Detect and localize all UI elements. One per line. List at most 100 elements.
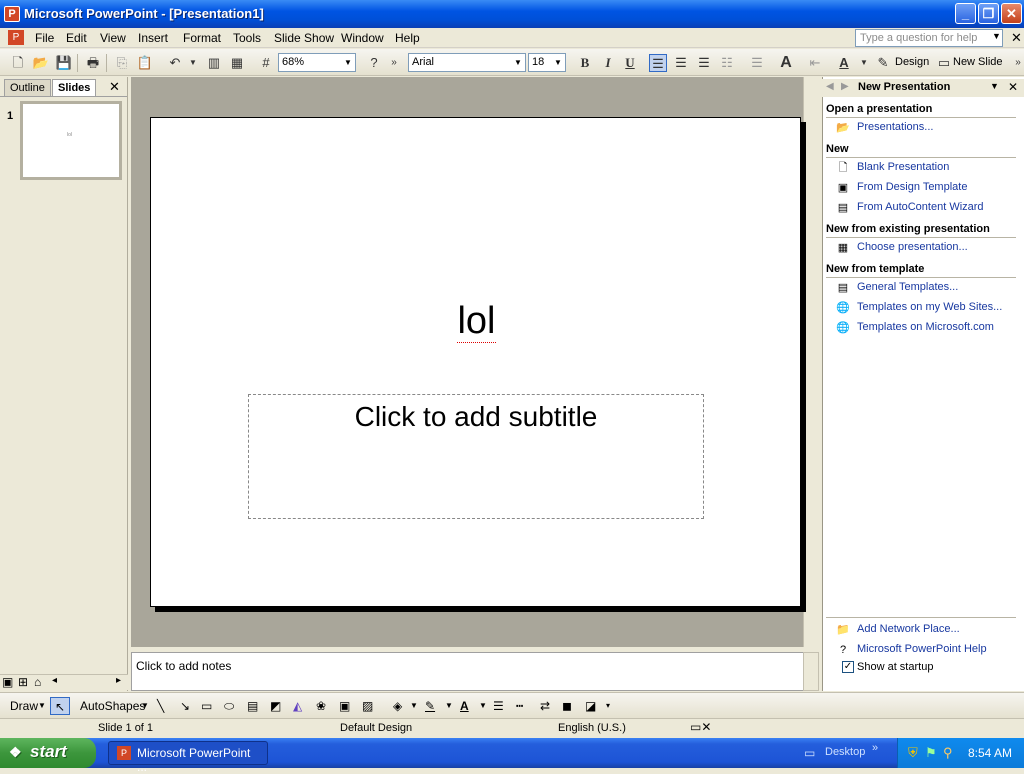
scroll-right-icon[interactable]: ▸ <box>116 675 121 686</box>
line-color-icon[interactable]: ✎ <box>425 697 435 715</box>
close-task-pane-icon[interactable]: ✕ <box>1008 80 1018 94</box>
font-color-dropdown-icon[interactable]: ▼ <box>855 54 873 72</box>
subtitle-placeholder[interactable]: Click to add subtitle <box>248 394 704 519</box>
menu-slide-show[interactable]: Slide Show <box>274 31 334 45</box>
clip-art-icon[interactable]: ❀ <box>316 697 326 715</box>
fill-color-icon[interactable]: ◈ <box>393 697 402 715</box>
autocontent-wizard-link[interactable]: From AutoContent Wizard <box>857 201 984 213</box>
text-box-icon[interactable]: ▤ <box>247 697 258 715</box>
general-templates-link[interactable]: General Templates... <box>857 281 958 293</box>
notes-pane[interactable]: Click to add notes <box>131 652 819 691</box>
font-size-select[interactable]: 18 ▼ <box>528 53 566 72</box>
font-color-icon[interactable]: A <box>460 697 469 715</box>
wordart-icon[interactable]: ◩ <box>270 697 281 715</box>
grid-icon[interactable]: # <box>257 54 275 72</box>
chevron-down-icon[interactable]: ▼ <box>990 81 999 91</box>
design-template-link[interactable]: From Design Template <box>857 181 967 193</box>
slide-sorter-icon[interactable]: ⊞ <box>18 675 28 689</box>
save-icon[interactable]: 💾 <box>55 54 73 72</box>
chevron-down-icon[interactable]: ▾ <box>606 697 610 715</box>
menu-view[interactable]: View <box>100 31 126 45</box>
restore-button[interactable]: ❐ <box>978 3 999 24</box>
diagram-icon[interactable]: ◭ <box>293 697 302 715</box>
3d-icon[interactable]: ◪ <box>585 697 596 715</box>
line-style-icon[interactable]: ☰ <box>493 697 504 715</box>
design-icon[interactable]: ✎ <box>874 54 892 72</box>
increase-font-icon[interactable]: A <box>777 54 795 72</box>
chevron-down-icon[interactable]: ▼ <box>445 697 453 715</box>
rectangle-icon[interactable]: ▭ <box>201 697 212 715</box>
slide-thumbnail[interactable]: lol <box>20 101 122 180</box>
presentations-link[interactable]: Presentations... <box>857 121 933 133</box>
new-slide-icon[interactable]: ▭ <box>935 54 953 72</box>
desktop-toolbar-icon[interactable]: ▭ <box>804 746 815 760</box>
line-icon[interactable]: ╲ <box>157 697 164 715</box>
table-icon[interactable]: ▦ <box>228 54 246 72</box>
align-left-icon[interactable]: ☰ <box>649 54 667 72</box>
microsoft-templates-link[interactable]: Templates on Microsoft.com <box>857 321 994 333</box>
paste-icon[interactable]: 📋 <box>136 54 154 72</box>
zoom-select[interactable]: 68% ▼ <box>278 53 356 72</box>
undo-icon[interactable]: ↶ <box>166 54 184 72</box>
search-icon[interactable]: ⚲ <box>943 745 953 761</box>
normal-view-icon[interactable]: ▣ <box>2 675 13 689</box>
close-doc-icon[interactable]: ✕ <box>1011 30 1022 46</box>
decrease-indent-icon[interactable]: ⇤ <box>806 54 824 72</box>
arrow-style-icon[interactable]: ⇄ <box>540 697 550 715</box>
help-search-input[interactable]: Type a question for help <box>855 29 1003 47</box>
print-icon[interactable]: 🖶 <box>84 54 102 72</box>
back-arrow-icon[interactable]: ◀ <box>826 81 834 92</box>
picture-icon[interactable]: ▣ <box>339 697 350 715</box>
image-icon[interactable]: ▨ <box>362 697 373 715</box>
dash-style-icon[interactable]: ┅ <box>516 697 523 715</box>
menu-edit[interactable]: Edit <box>66 31 87 45</box>
shadow-icon[interactable]: ◼ <box>562 697 572 715</box>
underline-button[interactable]: U <box>621 54 639 72</box>
menu-help[interactable]: Help <box>395 31 420 45</box>
slide-show-icon[interactable]: ⌂ <box>34 675 41 689</box>
new-icon[interactable]: 🗋 <box>9 54 27 72</box>
chevron-down-icon[interactable]: ▼ <box>992 31 1001 41</box>
align-center-icon[interactable]: ☰ <box>672 54 690 72</box>
slide-title[interactable]: lol <box>151 300 802 343</box>
font-color-icon[interactable]: A <box>835 54 853 72</box>
chevron-down-icon[interactable]: ▼ <box>410 697 418 715</box>
toolbar-expand-icon[interactable]: » <box>872 742 878 754</box>
forward-arrow-icon[interactable]: ▶ <box>841 81 849 92</box>
chevron-down-icon[interactable]: ▼ <box>479 697 487 715</box>
menu-format[interactable]: Format <box>183 31 221 45</box>
web-sites-templates-link[interactable]: Templates on my Web Sites... <box>857 301 1002 313</box>
font-select[interactable]: Arial ▼ <box>408 53 526 72</box>
close-pane-button[interactable]: ✕ <box>109 79 120 95</box>
tab-outline[interactable]: Outline <box>4 79 51 96</box>
document-icon[interactable]: P <box>8 30 24 45</box>
taskbar-item-powerpoint[interactable]: P Microsoft PowerPoint ... <box>108 741 268 774</box>
design-button[interactable]: Design <box>895 56 929 68</box>
draw-menu[interactable]: Draw <box>10 697 38 715</box>
chevron-down-icon[interactable]: ▼ <box>38 697 46 715</box>
select-pointer-icon[interactable]: ↖ <box>50 697 70 715</box>
menu-tools[interactable]: Tools <box>233 31 261 45</box>
chart-icon[interactable]: ▥ <box>205 54 223 72</box>
menu-insert[interactable]: Insert <box>138 31 168 45</box>
bullets-icon[interactable]: ☰ <box>748 54 766 72</box>
powerpoint-help-link[interactable]: Microsoft PowerPoint Help <box>857 643 987 655</box>
network-icon[interactable]: ⚑ <box>925 745 937 761</box>
blank-presentation-link[interactable]: Blank Presentation <box>857 161 949 173</box>
vertical-scrollbar[interactable] <box>803 77 819 647</box>
align-right-icon[interactable]: ☰ <box>695 54 713 72</box>
powerpoint-icon[interactable]: P <box>4 6 20 22</box>
justify-icon[interactable]: ☷ <box>718 54 736 72</box>
desktop-toolbar-label[interactable]: Desktop <box>825 746 865 758</box>
bold-button[interactable]: B <box>576 54 594 72</box>
add-network-place-link[interactable]: Add Network Place... <box>857 623 960 635</box>
copy-icon[interactable]: ⎘ <box>113 54 131 72</box>
oval-icon[interactable]: ⬭ <box>224 697 234 715</box>
more-buttons-icon[interactable]: » <box>385 54 403 72</box>
choose-presentation-link[interactable]: Choose presentation... <box>857 241 968 253</box>
chevron-down-icon[interactable]: ▼ <box>141 697 149 715</box>
close-button[interactable]: ✕ <box>1001 3 1022 24</box>
start-button[interactable]: ❖ start <box>0 738 96 768</box>
italic-button[interactable]: I <box>599 54 617 72</box>
new-slide-button[interactable]: New Slide <box>953 56 1003 68</box>
